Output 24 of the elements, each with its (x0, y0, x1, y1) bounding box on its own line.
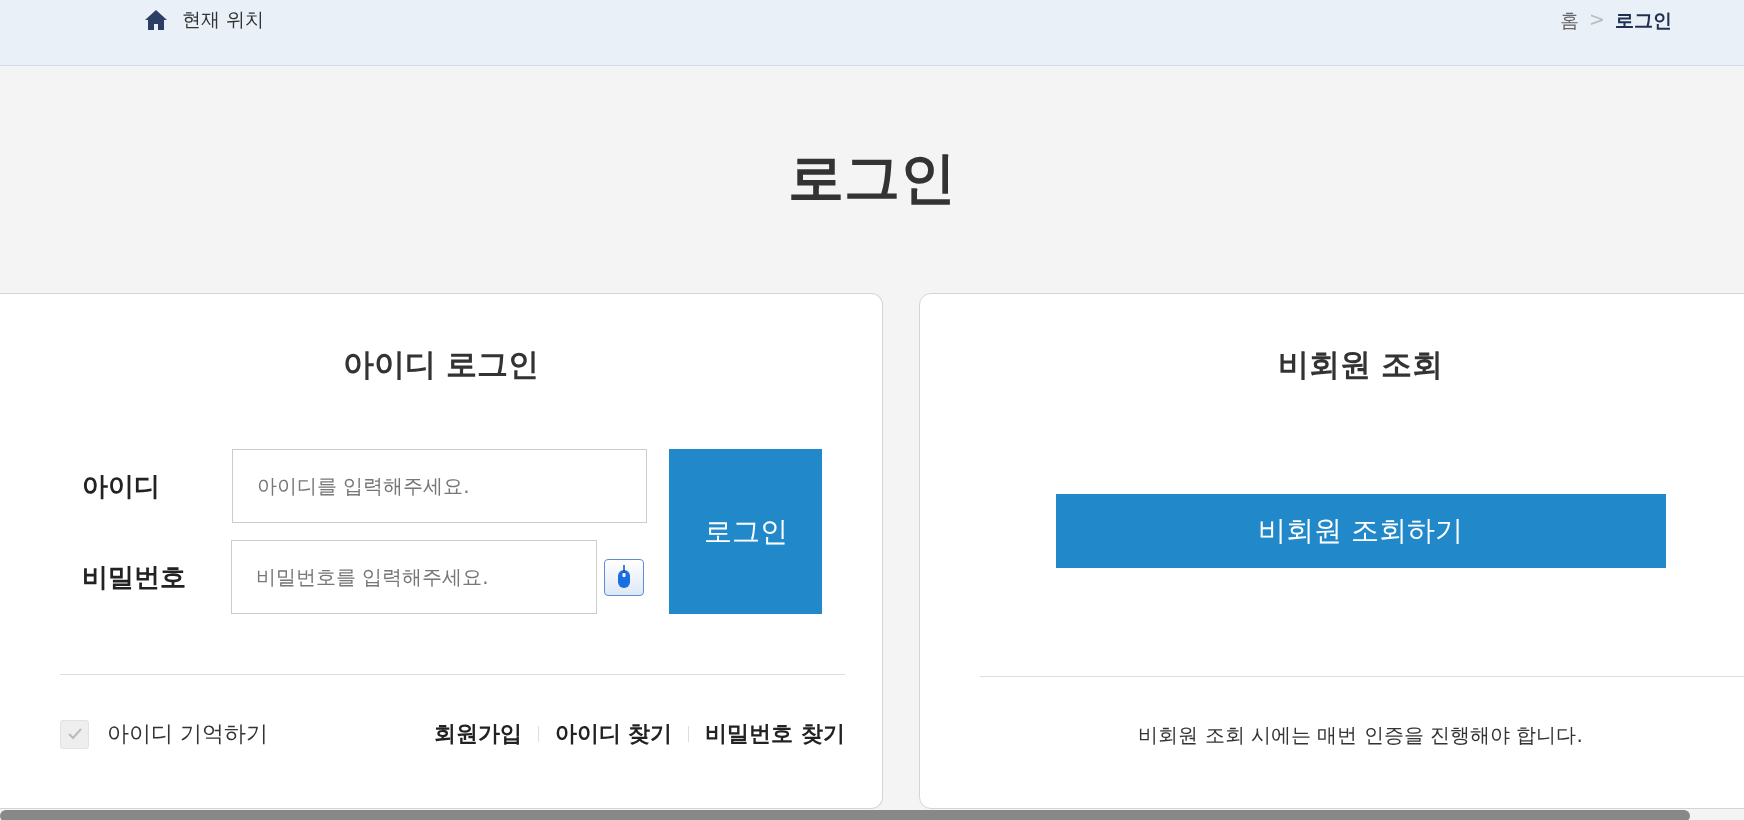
remember-checkbox[interactable] (60, 719, 89, 749)
mouse-input-button[interactable] (604, 558, 644, 596)
login-button[interactable]: 로그인 (669, 449, 822, 615)
text-link[interactable]: 아이디 찾기 (554, 719, 673, 750)
page-title: 로그인 (788, 144, 956, 212)
field-label: 비밀번호 (82, 560, 187, 594)
guest-lookup-button[interactable]: 비회원 조회하기 (1055, 494, 1666, 569)
guest-note: 비회원 조회 시에는 매번 인증을 진행해야 합니다. (1137, 722, 1584, 750)
home-icon (144, 9, 168, 31)
check-icon (66, 727, 83, 742)
text-link[interactable]: 비밀번호 찾기 (705, 719, 845, 750)
card-title: 아이디 로그인 (341, 345, 541, 384)
card-title: 비회원 조회 (1276, 345, 1445, 384)
location-label: 현재 위치 (182, 7, 265, 32)
id-field[interactable]: 아이디를 입력해주세요. (232, 449, 647, 524)
mouse-icon (616, 565, 632, 590)
password-field[interactable]: 비밀번호를 입력해주세요. (231, 540, 597, 615)
breadcrumb-separator: > (1589, 8, 1605, 32)
checkbox-label: 아이디 기억하기 (107, 720, 268, 749)
text-link[interactable]: 회원가입 (433, 719, 522, 750)
scrollbar[interactable] (0, 810, 1690, 820)
breadcrumb-item[interactable]: 홈 (1560, 8, 1580, 34)
breadcrumb-item[interactable]: 로그인 (1615, 8, 1672, 34)
field-label: 아이디 (82, 469, 161, 503)
